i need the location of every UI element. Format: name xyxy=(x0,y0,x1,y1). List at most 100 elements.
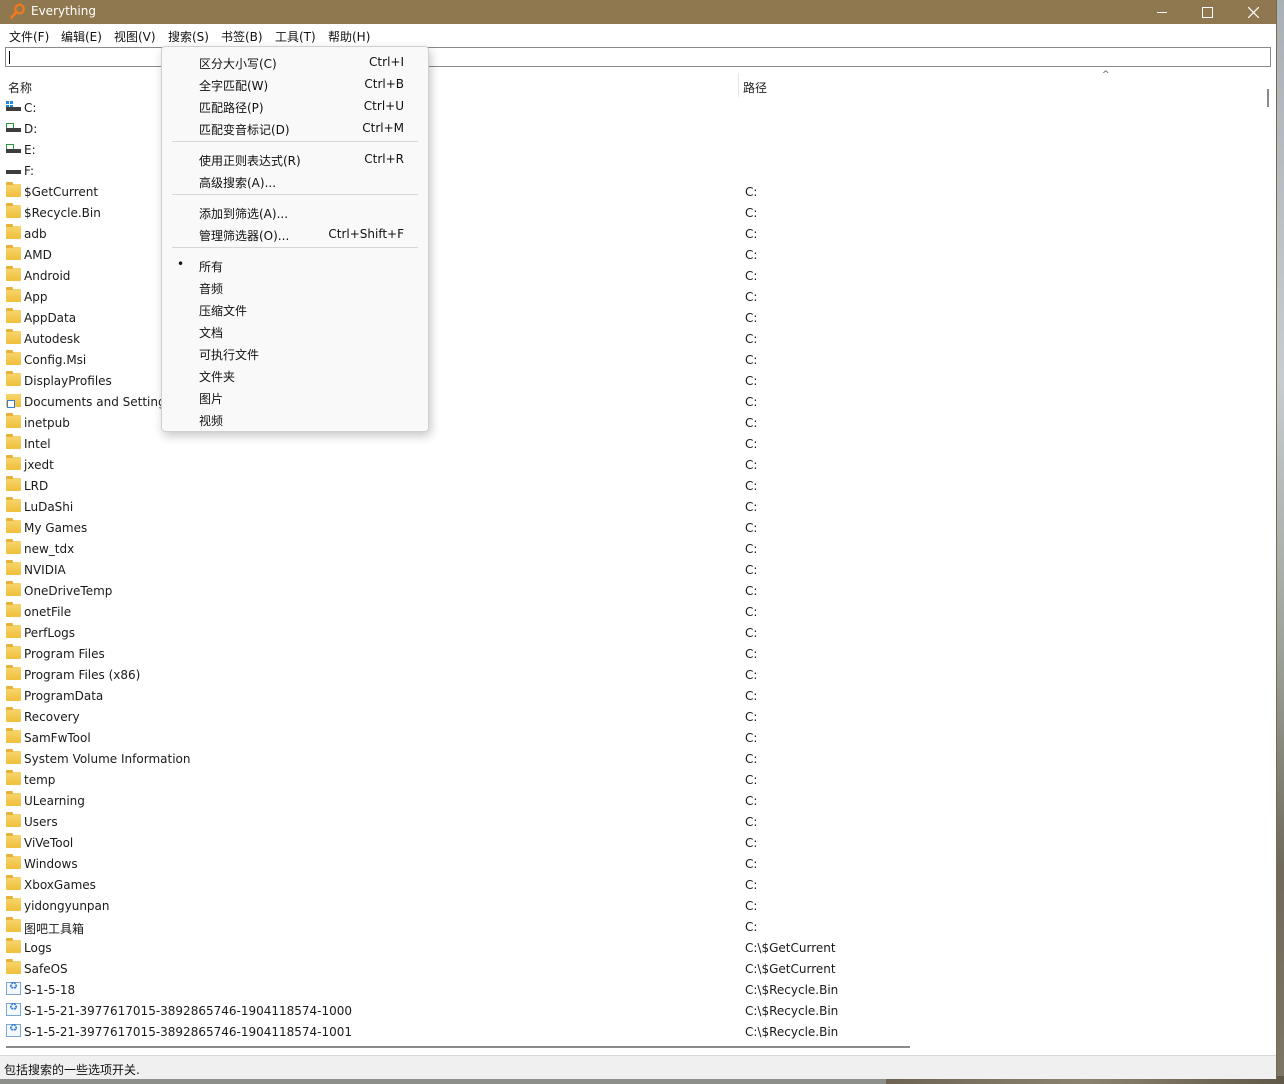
column-header-path[interactable]: 路径 xyxy=(743,79,767,96)
search-menu-item[interactable]: 管理筛选器(O)... Ctrl+Shift+F xyxy=(162,222,428,244)
item-name: System Volume Information xyxy=(24,752,191,766)
search-menu-item[interactable]: 文档 xyxy=(162,319,428,341)
status-text: 包括搜索的一些选项开关. xyxy=(4,1063,140,1077)
item-name: PerfLogs xyxy=(24,626,76,640)
item-path: C: xyxy=(745,794,758,808)
list-item[interactable]: PerfLogs C: xyxy=(0,622,1262,643)
search-menu-item[interactable]: 匹配路径(P) Ctrl+U xyxy=(162,94,428,116)
menu-item-label: 全字匹配(W) xyxy=(199,79,269,93)
list-item[interactable]: yidongyunpan C: xyxy=(0,895,1262,916)
vertical-scrollbar[interactable] xyxy=(1262,73,1276,1042)
search-menu-item[interactable]: 压缩文件 xyxy=(162,297,428,319)
search-menu-item[interactable]: 全字匹配(W) Ctrl+B xyxy=(162,72,428,94)
item-name: inetpub xyxy=(24,416,70,430)
search-menu-item[interactable]: 视频 xyxy=(162,407,428,429)
list-item[interactable]: Program Files (x86) C: xyxy=(0,664,1262,685)
menu-help[interactable]: 帮助(H) xyxy=(328,28,370,45)
item-path: C: xyxy=(745,416,758,430)
horizontal-scroll-thumb[interactable] xyxy=(6,1046,910,1048)
list-item[interactable]: Users C: xyxy=(0,811,1262,832)
list-item[interactable]: jxedt C: xyxy=(0,454,1262,475)
list-item[interactable]: Recovery C: xyxy=(0,706,1262,727)
item-path: C: xyxy=(745,668,758,682)
vertical-scroll-thumb[interactable] xyxy=(1267,89,1269,107)
list-item[interactable]: Windows C: xyxy=(0,853,1262,874)
list-item[interactable]: ViVeTool C: xyxy=(0,832,1262,853)
list-item[interactable]: S-1-5-21-3977617015-3892865746-190411857… xyxy=(0,1021,1262,1042)
item-path: C: xyxy=(745,395,758,409)
menu-edit[interactable]: 编辑(E) xyxy=(61,28,102,45)
folder-icon xyxy=(6,182,21,197)
item-name: DisplayProfiles xyxy=(24,374,112,388)
list-item[interactable]: XboxGames C: xyxy=(0,874,1262,895)
folder-icon xyxy=(6,644,21,659)
list-item[interactable]: System Volume Information C: xyxy=(0,748,1262,769)
list-item[interactable]: temp C: xyxy=(0,769,1262,790)
menu-tools[interactable]: 工具(T) xyxy=(275,28,316,45)
menu-view[interactable]: 视图(V) xyxy=(114,28,156,45)
close-button[interactable] xyxy=(1230,0,1276,24)
list-item[interactable]: ProgramData C: xyxy=(0,685,1262,706)
item-name: new_tdx xyxy=(24,542,75,556)
list-item[interactable]: 图吧工具箱 C: xyxy=(0,916,1262,937)
menu-file[interactable]: 文件(F) xyxy=(9,28,49,45)
list-item[interactable]: Intel C: xyxy=(0,433,1262,454)
search-menu-item[interactable]: 区分大小写(C) Ctrl+I xyxy=(162,50,428,72)
list-item[interactable]: ULearning C: xyxy=(0,790,1262,811)
item-name: S-1-5-21-3977617015-3892865746-190411857… xyxy=(24,1025,353,1039)
search-menu-item[interactable]: 添加到筛选(A)... xyxy=(162,200,428,222)
search-menu-item[interactable]: 图片 xyxy=(162,385,428,407)
list-item[interactable]: new_tdx C: xyxy=(0,538,1262,559)
item-name: S-1-5-18 xyxy=(24,983,76,997)
list-item[interactable]: Program Files C: xyxy=(0,643,1262,664)
menu-item-shortcut: Ctrl+M xyxy=(362,121,404,135)
list-item[interactable]: S-1-5-21-3977617015-3892865746-190411857… xyxy=(0,1000,1262,1021)
item-name: OneDriveTemp xyxy=(24,584,113,598)
item-path: C: xyxy=(745,437,758,451)
search-menu-item[interactable]: 可执行文件 xyxy=(162,341,428,363)
list-item[interactable]: OneDriveTemp C: xyxy=(0,580,1262,601)
item-path: C: xyxy=(745,374,758,388)
item-path: C:\$GetCurrent xyxy=(745,962,836,976)
menu-bookmarks[interactable]: 书签(B) xyxy=(221,28,263,45)
item-name: LuDaShi xyxy=(24,500,74,514)
item-path: C: xyxy=(745,857,758,871)
folder-icon xyxy=(6,371,21,386)
list-item[interactable]: SafeOS C:\$GetCurrent xyxy=(0,958,1262,979)
item-path: C: xyxy=(745,521,758,535)
search-menu-item[interactable]: 高级搜索(A)... xyxy=(162,169,428,191)
folder-icon xyxy=(6,350,21,365)
search-menu-item[interactable]: • 所有 xyxy=(162,253,428,275)
search-menu-item[interactable]: 匹配变音标记(D) Ctrl+M xyxy=(162,116,428,138)
horizontal-scrollbar[interactable] xyxy=(0,1042,1276,1052)
item-name: SafeOS xyxy=(24,962,68,976)
search-menu-item[interactable]: 音频 xyxy=(162,275,428,297)
menu-search[interactable]: 搜索(S) xyxy=(168,28,209,45)
window-title: Everything xyxy=(31,4,96,18)
menu-item-label: 音频 xyxy=(199,282,224,296)
item-name: Config.Msi xyxy=(24,353,87,367)
search-menu-item[interactable]: 文件夹 xyxy=(162,363,428,385)
item-name: S-1-5-21-3977617015-3892865746-190411857… xyxy=(24,1004,353,1018)
minimize-button[interactable] xyxy=(1139,0,1185,24)
search-menu-item[interactable]: 使用正则表达式(R) Ctrl+R xyxy=(162,147,428,169)
maximize-button[interactable] xyxy=(1184,0,1230,24)
list-item[interactable]: onetFile C: xyxy=(0,601,1262,622)
title-bar[interactable]: Everything xyxy=(0,0,1276,24)
list-item[interactable]: LuDaShi C: xyxy=(0,496,1262,517)
column-divider[interactable] xyxy=(738,73,739,97)
folder-icon xyxy=(6,791,21,806)
item-path: C: xyxy=(745,353,758,367)
item-name: ProgramData xyxy=(24,689,104,703)
list-item[interactable]: Logs C:\$GetCurrent xyxy=(0,937,1262,958)
list-item[interactable]: SamFwTool C: xyxy=(0,727,1262,748)
list-item[interactable]: LRD C: xyxy=(0,475,1262,496)
list-item[interactable]: NVIDIA C: xyxy=(0,559,1262,580)
column-header-name[interactable]: 名称 xyxy=(8,79,32,96)
minimize-icon xyxy=(1156,11,1167,13)
folder-icon xyxy=(6,686,21,701)
item-name: Program Files xyxy=(24,647,105,661)
menu-separator xyxy=(172,194,418,195)
list-item[interactable]: My Games C: xyxy=(0,517,1262,538)
list-item[interactable]: S-1-5-18 C:\$Recycle.Bin xyxy=(0,979,1262,1000)
